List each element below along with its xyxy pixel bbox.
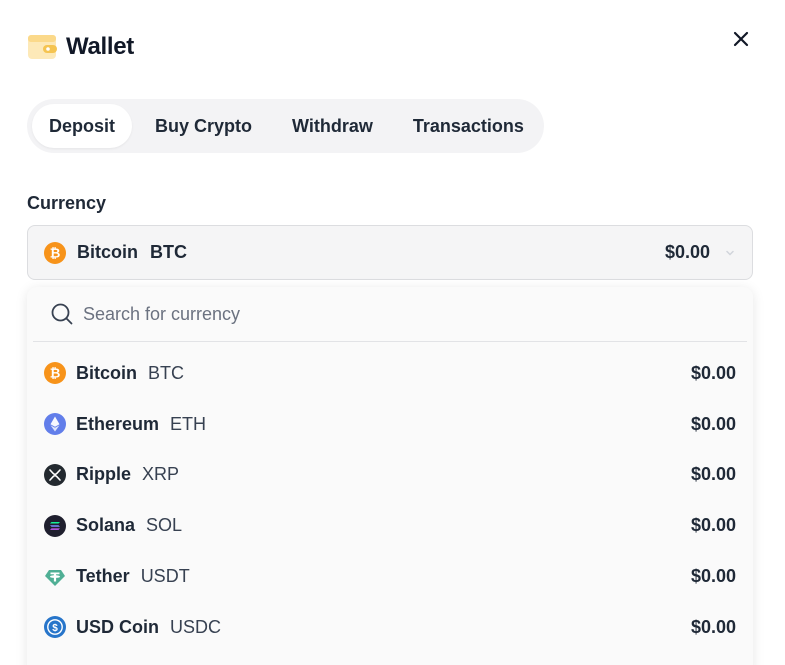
selected-currency-symbol: BTC xyxy=(150,242,187,262)
currency-select[interactable]: ₿ Bitcoin BTC $0.00 xyxy=(27,225,753,280)
currency-item-ripple[interactable]: Ripple XRP $0.00 xyxy=(27,450,753,501)
chevron-down-icon xyxy=(724,247,736,259)
ripple-icon xyxy=(44,463,66,486)
currency-name: Ethereum xyxy=(76,413,160,434)
search-icon xyxy=(51,303,73,325)
currency-name: Bitcoin xyxy=(76,362,137,383)
bitcoin-icon: ₿ xyxy=(44,362,66,385)
currency-name: USD Coin xyxy=(76,616,159,637)
currency-symbol: BTC xyxy=(148,362,184,383)
currency-item-ethereum[interactable]: Ethereum ETH $0.00 xyxy=(27,399,753,450)
currency-name: Tether xyxy=(76,566,130,587)
currency-symbol: USDC xyxy=(170,616,222,637)
solana-icon xyxy=(44,514,66,537)
svg-text:₿: ₿ xyxy=(50,366,61,381)
currency-list: ₿ Bitcoin BTC $0.00 Ethereum ETH $0.00 R… xyxy=(27,348,753,653)
svg-text:₿: ₿ xyxy=(50,245,61,260)
modal-title: Wallet xyxy=(66,33,134,60)
currency-name: Solana xyxy=(76,515,136,536)
currency-item-usd-coin[interactable]: $ USD Coin USDC $0.00 xyxy=(27,602,753,653)
search-input[interactable] xyxy=(83,303,683,325)
currency-symbol: ETH xyxy=(170,413,207,434)
tether-icon xyxy=(44,566,66,588)
wallet-modal: Wallet Deposit Buy Crypto Withdraw Trans… xyxy=(0,0,785,665)
tab-withdraw[interactable]: Withdraw xyxy=(275,104,390,148)
svg-text:$: $ xyxy=(52,623,58,634)
currency-amount: $0.00 xyxy=(690,616,736,637)
currency-symbol: XRP xyxy=(142,464,180,485)
currency-item-bitcoin[interactable]: ₿ Bitcoin BTC $0.00 xyxy=(27,348,753,399)
usd-coin-icon: $ xyxy=(44,616,66,639)
selected-currency-name: Bitcoin xyxy=(77,242,138,262)
close-button[interactable] xyxy=(728,26,754,52)
wallet-icon xyxy=(27,32,59,62)
currency-symbol: USDT xyxy=(140,566,190,587)
ethereum-icon xyxy=(44,413,66,436)
close-icon xyxy=(733,31,749,47)
wallet-tabs: Deposit Buy Crypto Withdraw Transactions xyxy=(27,99,544,153)
currency-amount: $0.00 xyxy=(690,566,736,587)
currency-name: Ripple xyxy=(76,464,132,485)
currency-amount: $0.00 xyxy=(690,464,736,485)
search-bar xyxy=(33,287,747,342)
currency-amount: $0.00 xyxy=(690,413,736,434)
selected-currency-amount: $0.00 xyxy=(664,242,710,262)
tab-transactions[interactable]: Transactions xyxy=(396,104,541,148)
currency-amount: $0.00 xyxy=(690,362,736,383)
currency-item-tether[interactable]: Tether USDT $0.00 xyxy=(27,551,753,602)
tab-buy-crypto[interactable]: Buy Crypto xyxy=(138,104,269,148)
currency-amount: $0.00 xyxy=(690,515,736,536)
tab-deposit[interactable]: Deposit xyxy=(32,104,133,148)
currency-symbol: SOL xyxy=(146,515,183,536)
currency-dropdown: ₿ Bitcoin BTC $0.00 Ethereum ETH $0.00 xyxy=(27,287,753,665)
bitcoin-icon: ₿ xyxy=(44,241,66,264)
currency-item-solana[interactable]: Solana SOL $0.00 xyxy=(27,500,753,551)
modal-header: Wallet xyxy=(27,30,134,64)
currency-label: Currency xyxy=(27,193,107,213)
